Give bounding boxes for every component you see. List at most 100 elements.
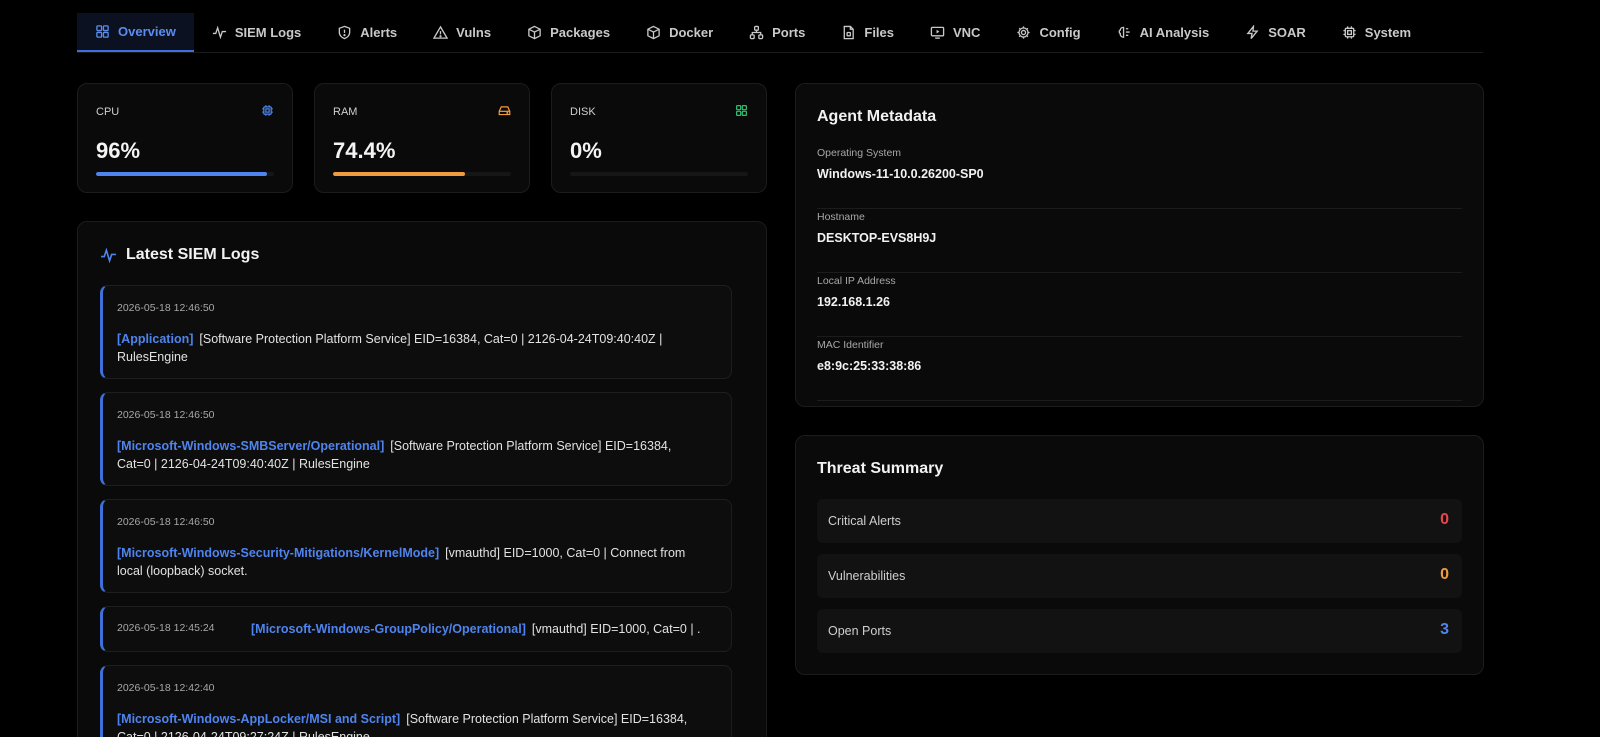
disk-value: 0% [570, 138, 602, 163]
drive-icon [498, 106, 511, 116]
siem-logs-panel: Latest SIEM Logs 2026-05-18 12:46:50 [Ap… [77, 221, 767, 737]
vulnerabilities-row[interactable]: Vulnerabilities 0 [817, 554, 1462, 598]
disk-card: DISK 0% [551, 83, 767, 193]
threat-count: 0 [1440, 566, 1449, 583]
threat-label: Vulnerabilities [828, 569, 906, 583]
tab-label: Config [1039, 25, 1081, 40]
network-icon [749, 25, 764, 40]
log-timestamp: 2026-05-18 12:46:50 [117, 302, 215, 314]
brain-icon [1118, 26, 1130, 38]
metadata-value: 192.168.1.26 [817, 295, 890, 309]
threat-count: 3 [1440, 621, 1449, 638]
log-source: [Microsoft-Windows-GroupPolicy/Operation… [251, 622, 526, 636]
ram-card: RAM 74.4% [314, 83, 530, 193]
metadata-value: DESKTOP-EVS8H9J [817, 231, 937, 245]
grid-icon [96, 25, 109, 38]
cpu-card: CPU 96% [77, 83, 293, 193]
tab-alerts[interactable]: Alerts [319, 13, 415, 52]
tab-config[interactable]: Config [998, 13, 1098, 52]
monitor-icon [930, 26, 945, 39]
log-entry[interactable]: 2026-05-18 12:46:50 [Microsoft-Windows-S… [100, 392, 732, 486]
ram-progress-fill [333, 172, 466, 176]
log-source: [Microsoft-Windows-AppLocker/MSI and Scr… [117, 712, 401, 726]
tab-packages[interactable]: Packages [509, 13, 628, 52]
metadata-title: Agent Metadata [817, 108, 937, 125]
lightning-icon [1246, 25, 1259, 40]
tab-label: SOAR [1268, 25, 1306, 40]
tab-vnc[interactable]: VNC [912, 13, 998, 52]
metadata-label: Local IP Address [817, 275, 896, 287]
metadata-value: Windows-11-10.0.26200-SP0 [817, 167, 984, 181]
tab-label: SIEM Logs [234, 25, 302, 40]
warning-icon [433, 25, 449, 39]
shield-icon [338, 25, 351, 40]
siem-header: Latest SIEM Logs [100, 246, 259, 264]
log-text: [vmauthd] EID=1000, Cat=0 | . [531, 622, 701, 636]
threat-label: Critical Alerts [828, 514, 901, 528]
open-ports-row[interactable]: Open Ports 3 [817, 609, 1462, 653]
activity-icon [212, 25, 226, 40]
box-icon [647, 25, 660, 40]
log-timestamp: 2026-05-18 12:46:50 [117, 409, 215, 421]
agent-metadata-panel: Agent Metadata Operating System Windows-… [795, 83, 1484, 407]
tab-label: Overview [118, 24, 176, 39]
grid-icon [736, 105, 747, 116]
tab-system[interactable]: System [1324, 13, 1429, 52]
chip-icon [1343, 26, 1356, 39]
log-timestamp: 2026-05-18 12:45:24 [117, 622, 215, 634]
metadata-local-ip: Local IP Address 192.168.1.26 [817, 275, 1462, 337]
tab-label: AI Analysis [1139, 25, 1210, 40]
cpu-label: CPU [96, 106, 120, 118]
file-icon [844, 25, 855, 40]
tab-label: Vulns [456, 25, 492, 40]
tab-label: System [1364, 25, 1412, 40]
cpu-value: 96% [96, 138, 141, 163]
log-message: [Microsoft-Windows-SMBServer/Operational… [117, 437, 691, 473]
chip-icon [262, 105, 273, 116]
critical-alerts-row[interactable]: Critical Alerts 0 [817, 499, 1462, 543]
threat-summary-panel: Threat Summary Critical Alerts 0 Vulnera… [795, 435, 1484, 675]
tab-label: Files [864, 25, 894, 40]
metadata-os: Operating System Windows-11-10.0.26200-S… [817, 147, 1462, 209]
log-entry[interactable]: 2026-05-18 12:42:40 [Microsoft-Windows-A… [100, 665, 732, 737]
metadata-hostname: Hostname DESKTOP-EVS8H9J [817, 211, 1462, 273]
log-entry[interactable]: 2026-05-18 12:46:50 [Microsoft-Windows-S… [100, 499, 732, 593]
metadata-value: e8:9c:25:33:38:86 [817, 359, 922, 373]
log-message: [Microsoft-Windows-GroupPolicy/Operation… [251, 620, 721, 638]
tab-siem-logs[interactable]: SIEM Logs [194, 13, 319, 52]
log-source: [Microsoft-Windows-Security-Mitigations/… [117, 546, 440, 560]
siem-title: Latest SIEM Logs [126, 246, 260, 263]
tab-overview[interactable]: Overview [77, 13, 194, 52]
threat-label: Open Ports [828, 624, 892, 638]
disk-label: DISK [570, 106, 596, 118]
log-message: [Microsoft-Windows-AppLocker/MSI and Scr… [117, 710, 691, 737]
ram-label: RAM [333, 106, 358, 118]
tab-label: VNC [953, 25, 981, 40]
tab-label: Packages [550, 25, 611, 40]
disk-progress-bar [570, 172, 748, 176]
log-entry[interactable]: 2026-05-18 12:46:50 [Application] [Softwa… [100, 285, 732, 379]
tab-ports[interactable]: Ports [731, 13, 823, 52]
cpu-progress-bar [96, 172, 274, 176]
tab-docker[interactable]: Docker [628, 13, 731, 52]
tab-bar: Overview SIEM Logs Alerts Vulns Packages… [77, 13, 1483, 53]
cpu-progress-fill [96, 172, 267, 176]
log-message: [Application] [Software Protection Platfo… [117, 330, 691, 366]
metadata-label: MAC Identifier [817, 339, 884, 351]
tab-label: Docker [669, 25, 714, 40]
threat-count: 0 [1440, 511, 1449, 528]
tab-label: Alerts [360, 25, 398, 40]
tab-vulns[interactable]: Vulns [415, 13, 509, 52]
metadata-label: Hostname [817, 211, 865, 223]
package-icon [528, 25, 541, 40]
tab-label: Ports [772, 25, 806, 40]
tab-files[interactable]: Files [823, 13, 912, 52]
tab-ai-analysis[interactable]: AI Analysis [1099, 13, 1228, 52]
tab-soar[interactable]: SOAR [1227, 13, 1324, 52]
log-entry[interactable]: 2026-05-18 12:45:24 [Microsoft-Windows-G… [100, 606, 732, 652]
metadata-label: Operating System [817, 147, 902, 159]
gear-icon [1017, 26, 1031, 39]
log-text: [Software Protection Platform Service] E… [117, 332, 663, 364]
log-source: [Application] [117, 332, 194, 346]
log-source: [Microsoft-Windows-SMBServer/Operational… [117, 439, 385, 453]
